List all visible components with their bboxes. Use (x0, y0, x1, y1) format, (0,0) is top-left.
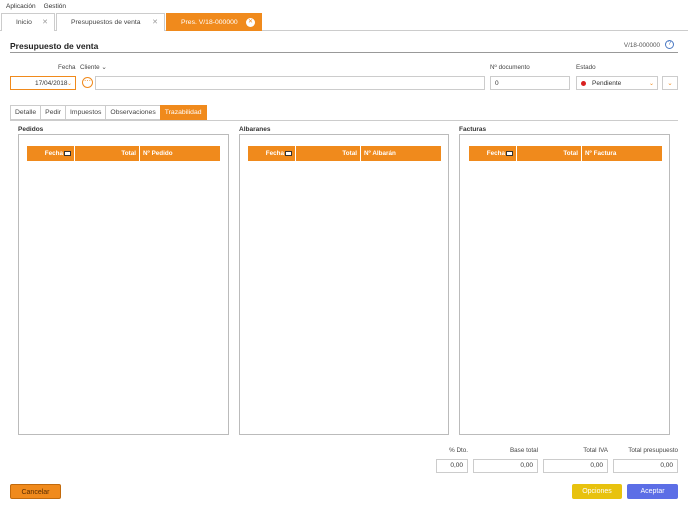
col-total[interactable]: Total (296, 146, 361, 161)
menu-aplicacion[interactable]: Aplicación (6, 3, 36, 10)
total-label: Total presupuesto (628, 447, 678, 454)
ndoc-label: Nº documento (490, 64, 530, 71)
tab-label: Pres. V/18-000000 (181, 19, 238, 26)
estado-value: Pendiente (592, 79, 622, 87)
iva-label: Total IVA (583, 447, 608, 454)
sort-icon[interactable] (506, 151, 513, 156)
sort-icon[interactable] (64, 151, 71, 156)
col-fecha[interactable]: Fecha (469, 146, 517, 161)
tab-presupuesto-actual[interactable]: Pres. V/18-000000 ✕ (166, 13, 262, 31)
albaranes-panel: Fecha Total Nº Albarán (239, 134, 449, 435)
tabs-divider (10, 120, 678, 121)
title-divider (10, 52, 678, 53)
dto-label: % Dto. (449, 447, 468, 454)
table-header: Fecha Total Nº Pedido (27, 146, 220, 161)
tab-label: Inicio (16, 19, 32, 26)
tab-trazabilidad[interactable]: Trazabilidad (159, 105, 207, 120)
chevron-down-icon[interactable]: ⌄ (649, 80, 654, 87)
base-value: 0,00 (473, 459, 538, 473)
estado-label: Estado (576, 64, 596, 71)
dto-value[interactable]: 0,00 (436, 459, 468, 473)
tab-label: Presupuestos de venta (71, 19, 141, 26)
pedidos-panel: Fecha Total Nº Pedido (18, 134, 229, 435)
group-title: Facturas (459, 126, 487, 133)
menu-bar: Aplicación Gestión (0, 0, 688, 12)
col-numero[interactable]: Nº Pedido (140, 146, 220, 161)
tab-bar: Inicio ✕ Presupuestos de venta ✕ Pres. V… (0, 12, 688, 31)
page-title: Presupuesto de venta (10, 41, 99, 51)
tab-impuestos[interactable]: Impuestos (65, 105, 106, 120)
cliente-search-icon[interactable]: ⋯ (82, 77, 93, 88)
col-fecha[interactable]: Fecha (248, 146, 296, 161)
sort-icon[interactable] (285, 151, 292, 156)
group-title: Albaranes (239, 126, 271, 133)
document-reference: V/18-000000 (623, 42, 660, 49)
col-numero[interactable]: Nº Factura (582, 146, 662, 161)
iva-value: 0,00 (543, 459, 608, 473)
close-icon[interactable]: ✕ (246, 18, 255, 27)
menu-gestion[interactable]: Gestión (44, 3, 66, 10)
base-label: Base total (509, 447, 538, 454)
facturas-panel: Fecha Total Nº Factura (459, 134, 670, 435)
cliente-label[interactable]: Cliente ⌄ (80, 64, 107, 71)
table-header: Fecha Total Nº Factura (469, 146, 662, 161)
close-icon[interactable]: ✕ (152, 18, 158, 26)
albaranes-group: Albaranes Fecha Total Nº Albarán (239, 126, 449, 435)
tab-presupuestos[interactable]: Presupuestos de venta ✕ (56, 13, 165, 31)
fecha-label: Fecha (58, 64, 76, 71)
fecha-field[interactable]: 17/04/2018 ⌄ (10, 76, 76, 90)
status-dot-icon (581, 80, 586, 86)
fecha-value: 17/04/2018 (35, 79, 68, 87)
ndoc-input[interactable]: 0 (490, 76, 570, 90)
pedidos-group: Pedidos Fecha Total Nº Pedido (18, 126, 229, 435)
accept-button[interactable]: Aceptar (627, 484, 678, 499)
total-value: 0,00 (613, 459, 678, 473)
options-button[interactable]: Opciones (572, 484, 622, 499)
estado-select[interactable]: Pendiente ⌄ (576, 76, 658, 90)
help-icon[interactable]: ? (665, 40, 674, 49)
cancel-button[interactable]: Cancelar (10, 484, 61, 499)
col-fecha[interactable]: Fecha (27, 146, 75, 161)
table-header: Fecha Total Nº Albarán (248, 146, 441, 161)
col-total[interactable]: Total (75, 146, 140, 161)
tab-detalle[interactable]: Detalle (10, 105, 41, 120)
chevron-down-icon[interactable]: ⌄ (67, 80, 72, 87)
expand-button[interactable]: ⌄ (662, 76, 678, 90)
ndoc-value: 0 (495, 79, 499, 87)
group-title: Pedidos (18, 126, 44, 133)
col-numero[interactable]: Nº Albarán (361, 146, 441, 161)
tab-observaciones[interactable]: Observaciones (105, 105, 160, 120)
tab-pedir[interactable]: Pedir (40, 105, 66, 120)
tab-inicio[interactable]: Inicio ✕ (1, 13, 55, 31)
facturas-group: Facturas Fecha Total Nº Factura (459, 126, 670, 435)
col-total[interactable]: Total (517, 146, 582, 161)
close-icon[interactable]: ✕ (42, 18, 48, 26)
cliente-input[interactable] (95, 76, 485, 90)
detail-tabs: Detalle Pedir Impuestos Observaciones Tr… (10, 105, 207, 121)
